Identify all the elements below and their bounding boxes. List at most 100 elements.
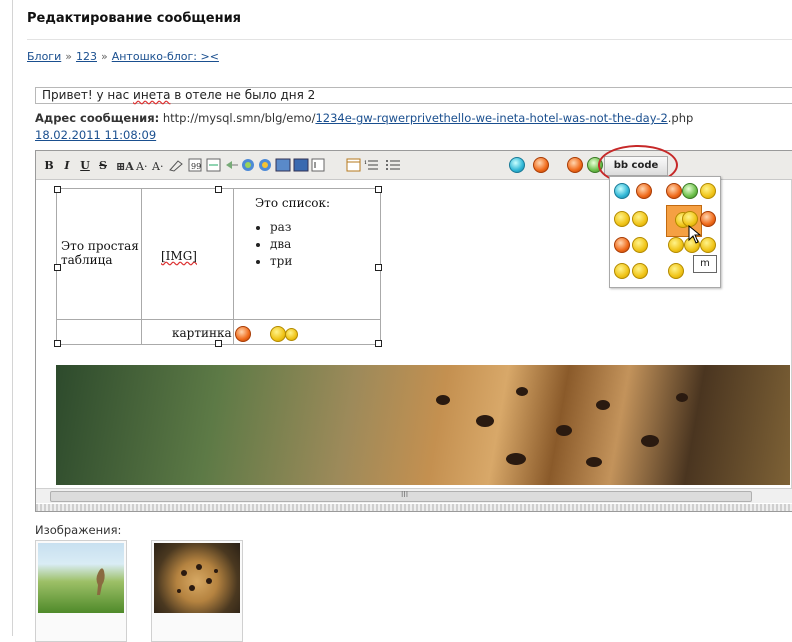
list-icons[interactable]: 1 xyxy=(346,157,420,173)
insert-buttons-group: 99 xyxy=(188,157,338,173)
smile-icon[interactable] xyxy=(700,183,716,199)
list-title: Это список: xyxy=(255,196,331,210)
resize-handle[interactable] xyxy=(215,186,222,193)
smile-icon[interactable] xyxy=(614,237,630,253)
smile-icon[interactable] xyxy=(632,263,648,279)
font-buttons-group: ⊞A A· A· xyxy=(116,157,184,173)
animal-figure xyxy=(96,568,105,595)
smiles-group xyxy=(494,157,623,173)
list-item: два xyxy=(270,236,292,253)
smile-icon[interactable] xyxy=(700,237,716,253)
smile-icon[interactable] xyxy=(632,237,648,253)
table-footer-cell: картинка xyxy=(172,326,232,340)
smile-icon[interactable] xyxy=(668,263,684,279)
image-thumb[interactable] xyxy=(35,540,127,642)
subject-input[interactable]: Привет! у нас инета в отеле не было дня … xyxy=(35,87,792,104)
images-label: Изображения: xyxy=(35,523,122,537)
table-divider xyxy=(57,319,380,320)
resize-handle[interactable] xyxy=(375,340,382,347)
breadcrumb-sep: » xyxy=(100,50,108,63)
image-detail xyxy=(556,425,572,436)
breadcrumb-123[interactable]: 123 xyxy=(76,50,97,63)
smile-icon[interactable] xyxy=(700,211,716,227)
insert-icons[interactable]: 99 xyxy=(188,157,338,173)
list-buttons-group: 1 xyxy=(346,157,420,173)
horizontal-scroll-thumb[interactable]: III xyxy=(50,490,752,502)
image-detail xyxy=(506,453,526,465)
table-divider xyxy=(233,189,234,344)
smile-icon[interactable] xyxy=(533,157,549,173)
smile-icon xyxy=(285,328,298,341)
resize-handle[interactable] xyxy=(54,186,61,193)
image-detail xyxy=(476,415,494,427)
breadcrumb: Блоги» 123» Антошко-блог: >< xyxy=(27,50,219,63)
table-cell-img: [IMG] xyxy=(161,249,197,263)
resize-handle[interactable] xyxy=(375,264,382,271)
smile-icon xyxy=(270,326,286,342)
table-divider xyxy=(141,189,142,344)
leopard-image xyxy=(56,365,790,485)
horizontal-scrollbar[interactable]: III xyxy=(36,488,792,503)
font-size-icons[interactable]: ⊞A A· A· xyxy=(116,158,184,172)
resize-handle[interactable] xyxy=(54,340,61,347)
strike-button[interactable]: S xyxy=(96,157,110,173)
page-title: Редактирование сообщения xyxy=(27,11,242,26)
smile-icon xyxy=(235,326,251,342)
image-detail xyxy=(641,435,659,447)
image-detail xyxy=(676,393,688,402)
address-label: Адрес сообщения: xyxy=(35,111,160,125)
resize-handle[interactable] xyxy=(215,340,222,347)
post-date-link[interactable]: 18.02.2011 11:08:09 xyxy=(35,128,156,142)
underline-button[interactable]: U xyxy=(78,157,92,173)
breadcrumb-sep: » xyxy=(65,50,72,63)
svg-text:⊞A: ⊞A xyxy=(116,160,134,172)
image-thumb[interactable] xyxy=(151,540,243,642)
title-divider xyxy=(27,39,792,40)
editor-resize-bar[interactable] xyxy=(36,504,792,511)
scroll-grip: III xyxy=(401,490,409,499)
smile-icon[interactable] xyxy=(567,157,583,173)
svg-text:1: 1 xyxy=(364,160,367,166)
svg-text:99: 99 xyxy=(191,162,201,171)
smile-icon[interactable] xyxy=(668,237,684,253)
address-slug-link[interactable]: 1234e-gw-rqwerprivethello-we-ineta-hotel… xyxy=(315,111,667,125)
content-list: раз два три xyxy=(252,219,292,270)
bold-button[interactable]: B xyxy=(42,157,56,173)
smile-tooltip: m xyxy=(693,255,717,273)
list-item: три xyxy=(270,253,292,270)
list-item: раз xyxy=(270,219,292,236)
table-cell-1-line2: таблица xyxy=(61,253,113,267)
smile-icon[interactable] xyxy=(614,183,630,199)
smile-icon[interactable] xyxy=(614,263,630,279)
content-table: Это простая таблица [IMG] Это список: ра… xyxy=(54,186,382,347)
subject-text-before: Привет! у нас xyxy=(42,88,134,102)
smile-icon[interactable] xyxy=(682,183,698,199)
svg-text:A·: A· xyxy=(135,160,147,172)
leopard-spots xyxy=(177,564,218,593)
subject-text-after: в отеле не было дня 2 xyxy=(170,88,316,102)
italic-button[interactable]: I xyxy=(60,157,74,173)
svg-text:A·: A· xyxy=(151,160,163,172)
image-detail xyxy=(596,400,610,410)
breadcrumb-blog[interactable]: Антошко-блог: >< xyxy=(112,50,219,63)
breadcrumb-blogs[interactable]: Блоги xyxy=(27,50,61,63)
image-detail xyxy=(516,387,528,396)
smile-icon[interactable] xyxy=(509,157,525,173)
kangaroo-image xyxy=(38,543,124,613)
smile-icon[interactable] xyxy=(632,211,648,227)
smile-icon[interactable] xyxy=(666,183,682,199)
leopard-thumb-image xyxy=(154,543,240,613)
table-cell-1-line1: Это простая xyxy=(61,239,139,253)
address-ext: .php xyxy=(667,111,694,125)
image-detail xyxy=(436,395,450,405)
page-container: Редактирование сообщения Блоги» 123» Антош… xyxy=(12,0,792,642)
resize-handle[interactable] xyxy=(375,186,382,193)
table-cell-1: Это простая таблица xyxy=(61,239,139,267)
resize-handle[interactable] xyxy=(54,264,61,271)
image-detail xyxy=(586,457,602,467)
smile-icon[interactable] xyxy=(614,211,630,227)
subject-text-typo: инета xyxy=(133,88,171,102)
smile-icon[interactable] xyxy=(636,183,652,199)
cursor-icon xyxy=(688,225,702,244)
address-base: http://mysql.smn/blg/emo/ xyxy=(162,111,316,125)
